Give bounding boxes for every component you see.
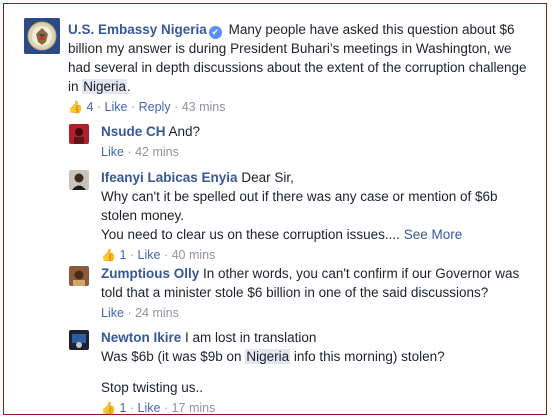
like-button[interactable]: Like [138,248,161,262]
like-button[interactable]: Like [101,145,124,159]
like-button[interactable]: Like [138,401,161,415]
comment-text: Was $6b (it was $9b on [101,349,246,364]
like-count[interactable]: 1 [119,248,126,262]
hashtag-link[interactable]: Nigeria [245,349,291,364]
user-photo-icon [69,124,89,144]
like-count[interactable]: 1 [119,401,126,415]
user-photo-icon [69,266,89,286]
like-thumb-icon: 👍 [68,100,83,114]
comment-meta: 👍 1 · Like · 40 mins [101,248,216,262]
timestamp[interactable]: 43 mins [182,100,226,114]
comment-meta: Like · 42 mins [101,145,179,159]
embassy-seal-icon [24,18,60,54]
comment-author[interactable]: Newton Ikire [101,330,181,345]
comment-meta: 👍 1 · Like · 17 mins [101,401,216,415]
comment-text: Why can't it be spelled out if there was… [101,189,498,223]
comment-author[interactable]: U.S. Embassy Nigeria [68,22,207,37]
timestamp[interactable]: 40 mins [172,248,216,262]
avatar[interactable] [24,18,60,54]
comment-meta: Like · 24 mins [101,306,179,320]
avatar[interactable] [69,330,89,350]
comment-author[interactable]: Zumptious Olly [101,266,199,281]
hashtag-link[interactable]: Nigeria [82,79,128,94]
timestamp[interactable]: 17 mins [172,401,216,415]
user-photo-icon [69,170,89,190]
see-more-link[interactable]: See More [404,227,463,242]
verified-badge-icon: ✔ [208,26,222,39]
reply-button[interactable]: Reply [139,100,171,114]
comment-text: And? [168,124,201,139]
avatar[interactable] [69,170,89,190]
comment-text: You need to clear us on these corruption… [101,227,400,242]
like-thumb-icon: 👍 [101,401,116,415]
comment-text: Stop twisting us.. [101,380,204,395]
avatar[interactable] [69,266,89,286]
comment-thread: U.S. Embassy Nigeria ✔ Many people have a… [3,3,547,415]
like-thumb-icon: 👍 [101,248,116,262]
user-photo-icon [69,330,89,350]
like-button[interactable]: Like [101,306,124,320]
avatar[interactable] [69,124,89,144]
comment-author[interactable]: Nsude CH [101,124,166,139]
comment-author[interactable]: Ifeanyi Labicas Enyia [101,170,238,185]
like-button[interactable]: Like [105,100,128,114]
comment-text: I am lost in translation [185,330,317,345]
comment-meta: 👍 4 · Like · Reply · 43 mins [68,100,226,114]
timestamp[interactable]: 24 mins [135,306,179,320]
timestamp[interactable]: 42 mins [135,145,179,159]
like-count[interactable]: 4 [86,100,93,114]
comment-text: Dear Sir, [241,170,294,185]
main-comment-body: U.S. Embassy Nigeria ✔ Many people have a… [68,20,532,116]
